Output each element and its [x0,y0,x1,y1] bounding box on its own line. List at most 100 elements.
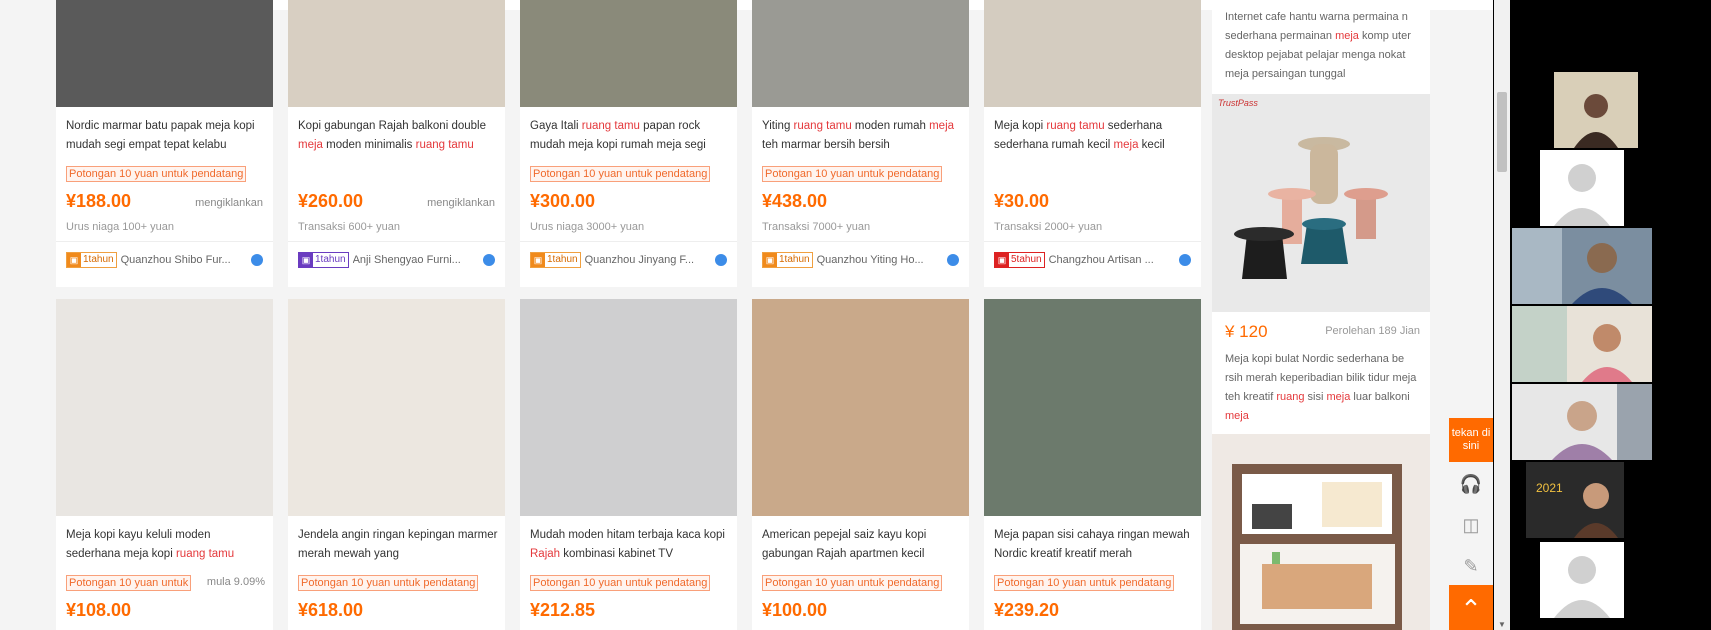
product-card[interactable]: American pepejal saiz kayu kopi gabungan… [752,299,969,630]
sidebar-product-image[interactable]: TrustPass [1212,94,1430,312]
keyword-highlight: ruang tamu [1046,120,1105,132]
years-badge: ▣ 1tahun [762,251,813,268]
product-image[interactable] [288,0,505,107]
product-image[interactable] [984,0,1201,107]
product-title[interactable]: American pepejal saiz kayu kopi gabungan… [762,526,962,564]
keyword-highlight: ruang tamu [793,120,852,132]
years-label: 1tahun [83,254,114,265]
discount-text: mula 9.09% [206,576,265,588]
marketplace-page: Nordic marmar batu papak meja kopi mudah… [0,0,1493,630]
shop-icon: ▣ [299,252,313,267]
product-price: ¥188.00 [66,191,132,211]
scroll-down-arrow[interactable]: ▼ [1497,620,1507,630]
headset-icon[interactable]: 🎧 [1449,464,1493,504]
product-card[interactable]: Nordic marmar batu papak meja kopi mudah… [56,0,273,287]
product-title[interactable]: Meja kopi ruang tamu sederhana sederhana… [994,117,1194,155]
seller-row[interactable]: ▣ 1tahun Quanzhou Shibo Fur... [56,241,273,277]
desk-illustration [1232,464,1402,630]
product-price: ¥100.00 [762,600,828,620]
participant-tile[interactable]: 2021 [1526,462,1624,538]
product-image[interactable] [56,299,273,516]
promo-badge: Potongan 10 yuan untuk [66,575,192,591]
promo-badge: Potongan 10 yuan untuk pendatang [762,575,943,591]
seller-name[interactable]: Quanzhou Jinyang F... [585,254,715,266]
keyword-highlight: meja [1225,410,1249,422]
product-price: ¥618.00 [298,600,364,620]
product-image[interactable] [520,299,737,516]
keyword-highlight: meja [1113,139,1139,151]
keyword-highlight: meja [929,120,955,132]
years-label: 1tahun [315,254,346,265]
product-card[interactable]: Mudah moden hitam terbaja kaca kopi Raja… [520,299,737,630]
product-card[interactable]: Meja kopi kayu keluli moden sederhana me… [56,299,273,630]
note-icon[interactable]: ✎ [1449,546,1493,586]
back-to-top-icon[interactable]: ⌃ [1449,585,1493,630]
sidebar-product-desc[interactable]: Meja kopi bulat Nordic sederhana be rsih… [1225,350,1423,426]
years-badge: ▣ 1tahun [298,251,349,268]
product-card[interactable]: Jendela angin ringan kepingan marmer mer… [288,299,505,630]
seller-row[interactable]: ▣ 1tahun Quanzhou Yiting Ho... [752,241,969,277]
product-image[interactable] [752,299,969,516]
seller-name[interactable]: Quanzhou Shibo Fur... [121,254,251,266]
product-card[interactable]: Yiting ruang tamu moden rumah meja teh m… [752,0,969,287]
promo-badge: Potongan 10 yuan untuk pendatang [762,166,943,182]
product-card[interactable]: Meja papan sisi cahaya ringan mewah Nord… [984,299,1201,630]
keyword-highlight: meja [1335,30,1359,42]
product-price: ¥212.85 [530,600,596,620]
shop-icon: ▣ [531,252,545,267]
sidebar-top-product-title[interactable]: Internet cafe hantu warna permaina n sed… [1225,8,1423,84]
promo-badge: Potongan 10 yuan untuk pendatang [530,166,711,182]
sidebar-product-image-2[interactable] [1212,434,1430,630]
product-image[interactable] [288,299,505,516]
tekan-di-sini-button[interactable]: tekan di sini [1449,418,1493,462]
product-title[interactable]: Kopi gabungan Rajah balkoni double meja … [298,117,498,155]
product-price: ¥239.20 [994,600,1060,620]
product-image[interactable] [752,0,969,107]
seller-row[interactable]: ▣ 5tahun Changzhou Artisan ... [984,241,1201,277]
keyword-highlight: ruang [1276,391,1305,403]
product-title[interactable]: Nordic marmar batu papak meja kopi mudah… [66,117,266,155]
product-title[interactable]: Meja kopi kayu keluli moden sederhana me… [66,526,266,564]
participant-tile[interactable] [1540,150,1624,226]
stools-illustration [1234,137,1388,279]
sidebar-sales: Perolehan 189 Jian [1325,325,1420,337]
seller-name[interactable]: Changzhou Artisan ... [1049,254,1179,266]
transaction-count: Transaksi 600+ yuan [298,221,401,233]
video-call-panel: 2021 [1512,72,1652,627]
keyword-highlight: Rajah [530,548,561,560]
seller-row[interactable]: ▣ 1tahun Anji Shengyao Furni... [288,241,505,277]
transaction-count: Urus niaga 100+ yuan [66,221,174,233]
product-title[interactable]: Yiting ruang tamu moden rumah meja teh m… [762,117,962,155]
years-badge: ▣ 1tahun [66,251,117,268]
product-card[interactable]: Meja kopi ruang tamu sederhana sederhana… [984,0,1201,287]
participant-tile[interactable] [1540,542,1624,618]
years-label: 1tahun [547,254,578,265]
phone-icon[interactable]: ◫ [1449,505,1493,545]
scrollbar-thumb[interactable] [1497,92,1507,172]
product-price: ¥300.00 [530,191,596,211]
participant-tile[interactable] [1554,72,1638,148]
keyword-highlight: meja [1326,391,1351,403]
trustpass-logo: TrustPass [1218,98,1258,108]
participant-tile[interactable] [1512,384,1652,460]
product-image[interactable] [520,0,737,107]
product-title[interactable]: Gaya Itali ruang tamu papan rock mudah m… [530,117,730,155]
product-image[interactable] [984,299,1201,516]
transaction-count: Transaksi 2000+ yuan [994,221,1103,233]
years-label: 5tahun [1011,254,1042,265]
keyword-highlight: ruang tamu [175,548,235,560]
seller-name[interactable]: Anji Shengyao Furni... [353,254,483,266]
product-title[interactable]: Mudah moden hitam terbaja kaca kopi Raja… [530,526,730,564]
product-image[interactable] [56,0,273,107]
seller-row[interactable]: ▣ 1tahun Quanzhou Jinyang F... [520,241,737,277]
participant-tile[interactable] [1512,306,1652,382]
product-title[interactable]: Meja papan sisi cahaya ringan mewah Nord… [994,526,1194,564]
seller-name[interactable]: Quanzhou Yiting Ho... [817,254,947,266]
product-title[interactable]: Jendela angin ringan kepingan marmer mer… [298,526,498,564]
product-price: ¥438.00 [762,191,828,211]
participant-tile[interactable] [1512,228,1652,304]
product-card[interactable]: Gaya Itali ruang tamu papan rock mudah m… [520,0,737,287]
promo-badge: Potongan 10 yuan untuk pendatang [66,166,247,182]
product-card[interactable]: Kopi gabungan Rajah balkoni double meja … [288,0,505,287]
product-price: ¥30.00 [994,191,1050,211]
